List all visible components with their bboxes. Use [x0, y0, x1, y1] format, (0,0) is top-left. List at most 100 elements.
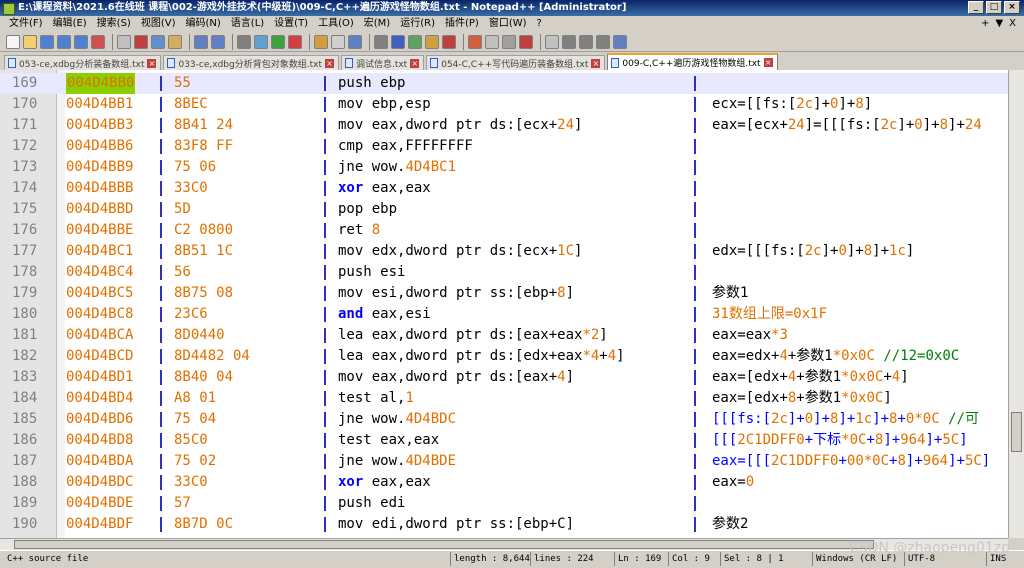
address: 004D4BDF	[66, 516, 134, 532]
toolbar-icon[interactable]	[348, 34, 362, 49]
column-separator	[694, 97, 696, 112]
close-icon[interactable]: ×	[1004, 1, 1020, 14]
toolbar-separator	[369, 33, 370, 50]
tab-1[interactable]: 033-ce,xdbg分析背包对象数组.txt ×	[163, 55, 339, 70]
code-line: 183 004D4BD1 8B40 04 mov eax,dword ptr ds:[…	[0, 367, 1008, 388]
toolbar-icon[interactable]	[23, 34, 37, 49]
minimize-icon[interactable]: _	[968, 1, 984, 14]
doc-menu-control-2[interactable]: X	[1009, 16, 1016, 32]
column-separator	[324, 496, 326, 511]
menu-item-10[interactable]: 插件(P)	[440, 16, 484, 32]
toolbar-icon[interactable]	[485, 34, 499, 49]
address: 004D4BDC	[66, 474, 134, 490]
tab-4[interactable]: 009-C,C++遍历游戏怪物数组.txt ×	[607, 53, 778, 70]
toolbar-icon[interactable]	[74, 34, 88, 49]
toolbar-icon[interactable]	[314, 34, 328, 49]
column-separator	[324, 76, 326, 91]
assembly-instruction: mov esi,dword ptr ss:[ebp+8]	[338, 285, 575, 301]
close-icon[interactable]: ×	[763, 58, 773, 67]
toolbar-icon[interactable]	[442, 34, 456, 49]
toolbar-icon[interactable]	[151, 34, 165, 49]
line-number: 176	[12, 222, 38, 238]
title-bar: E:\课程资料\2021.6在线班 课程\002-游戏外挂技术(中级班)\009…	[0, 0, 1024, 16]
toolbar-separator	[232, 33, 233, 50]
menu-item-1[interactable]: 编辑(E)	[48, 16, 92, 32]
toolbar-icon[interactable]	[502, 34, 516, 49]
toolbar-separator	[463, 33, 464, 50]
toolbar-icon[interactable]	[596, 34, 610, 49]
toolbar-icon[interactable]	[562, 34, 576, 49]
toolbar-icon[interactable]	[374, 34, 388, 49]
column-separator	[160, 307, 162, 322]
toolbar-icon[interactable]	[91, 34, 105, 49]
column-separator	[694, 76, 696, 91]
editor-area[interactable]: 169 004D4BB0 55 push ebp 170 004D4BB1 8BEC mov …	[0, 70, 1008, 538]
close-icon[interactable]: ×	[324, 58, 334, 68]
toolbar-icon[interactable]	[168, 34, 182, 49]
menu-item-6[interactable]: 设置(T)	[269, 16, 313, 32]
menu-item-11[interactable]: 窗口(W)	[484, 16, 532, 32]
close-icon[interactable]: ×	[147, 58, 157, 68]
vertical-scrollbar[interactable]	[1008, 70, 1024, 538]
status-lines: lines : 224	[530, 552, 614, 566]
toolbar-icon[interactable]	[391, 34, 405, 49]
opcode-bytes: 5D	[174, 201, 191, 217]
maximize-icon[interactable]: □	[986, 1, 1002, 14]
code-line: 188 004D4BDC 33C0 xor eax,eax eax=0	[0, 472, 1008, 493]
column-separator	[324, 181, 326, 196]
menu-item-7[interactable]: 工具(O)	[313, 16, 359, 32]
toolbar-icon[interactable]	[545, 34, 559, 49]
toolbar-icon[interactable]	[134, 34, 148, 49]
column-separator	[694, 412, 696, 427]
column-separator	[160, 370, 162, 385]
toolbar-icon[interactable]	[211, 34, 225, 49]
toolbar-icon[interactable]	[117, 34, 131, 49]
menu-item-4[interactable]: 编码(N)	[181, 16, 226, 32]
doc-menu-control-0[interactable]: +	[981, 16, 989, 32]
menu-item-0[interactable]: 文件(F)	[4, 16, 48, 32]
assembly-instruction: jne wow.4D4BDE	[338, 453, 457, 469]
toolbar-icon[interactable]	[194, 34, 208, 49]
address: 004D4BC1	[66, 243, 134, 259]
tab-label: 053-ce,xdbg分析装备数组.txt	[19, 59, 145, 70]
menu-item-5[interactable]: 语言(L)	[226, 16, 269, 32]
menu-item-9[interactable]: 运行(R)	[395, 16, 440, 32]
doc-menu-control-1[interactable]: ▼	[995, 16, 1003, 32]
toolbar-icon[interactable]	[579, 34, 593, 49]
toolbar-icon[interactable]	[271, 34, 285, 49]
close-icon[interactable]: ×	[410, 58, 420, 68]
toolbar-icon[interactable]	[468, 34, 482, 49]
menu-item-3[interactable]: 视图(V)	[136, 16, 181, 32]
toolbar-icon[interactable]	[254, 34, 268, 49]
toolbar-icon[interactable]	[331, 34, 345, 49]
vertical-scroll-thumb[interactable]	[1011, 412, 1022, 452]
toolbar-icon[interactable]	[425, 34, 439, 49]
comment: [[[fs:[2c]+0]+8]+1c]+8+0*0C //可	[712, 411, 979, 427]
column-separator	[694, 265, 696, 280]
close-icon[interactable]: ×	[591, 58, 601, 68]
tab-0[interactable]: 053-ce,xdbg分析装备数组.txt ×	[4, 55, 162, 70]
menu-item-12[interactable]: ?	[532, 16, 547, 32]
toolbar-icon[interactable]	[288, 34, 302, 49]
horizontal-scroll-thumb[interactable]	[14, 540, 874, 549]
address: 004D4BB9	[66, 159, 134, 175]
toolbar-icon[interactable]	[237, 34, 251, 49]
menu-item-2[interactable]: 搜索(S)	[92, 16, 136, 32]
toolbar-icon[interactable]	[519, 34, 533, 49]
column-separator	[160, 517, 162, 532]
tab-3[interactable]: 054-C,C++写代码遍历装备数组.txt ×	[426, 55, 606, 70]
tab-2[interactable]: 调试信息.txt ×	[340, 55, 425, 70]
toolbar-icon[interactable]	[57, 34, 71, 49]
file-icon	[8, 58, 16, 68]
toolbar-icon[interactable]	[408, 34, 422, 49]
toolbar-icon[interactable]	[613, 34, 627, 49]
assembly-instruction: mov eax,dword ptr ds:[ecx+24]	[338, 117, 583, 133]
toolbar-icon[interactable]	[6, 34, 20, 49]
column-separator	[694, 202, 696, 217]
assembly-instruction: mov edi,dword ptr ss:[ebp+C]	[338, 516, 575, 532]
tab-bar: 053-ce,xdbg分析装备数组.txt × 033-ce,xdbg分析背包对象数…	[0, 53, 1024, 70]
menu-item-8[interactable]: 宏(M)	[359, 16, 395, 32]
column-separator	[694, 496, 696, 511]
code-line: 176 004D4BBE C2 0800 ret 8	[0, 220, 1008, 241]
toolbar-icon[interactable]	[40, 34, 54, 49]
